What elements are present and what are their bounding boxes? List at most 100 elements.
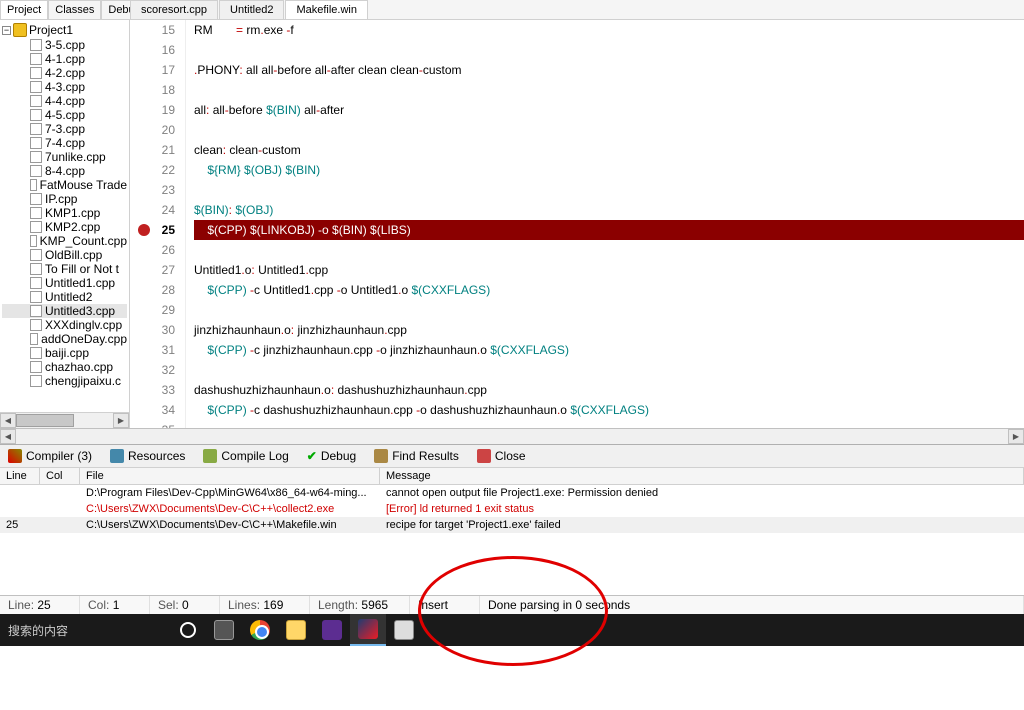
app-button[interactable]: [386, 614, 422, 646]
code-line[interactable]: $(CPP) $(LINKOBJ) -o $(BIN) $(LIBS): [194, 220, 1024, 240]
scroll-left-icon[interactable]: ◀: [0, 429, 16, 444]
tree-item[interactable]: 3-5.cpp: [2, 38, 127, 52]
editor-tab[interactable]: scoresort.cpp: [130, 0, 218, 19]
tree-item[interactable]: baiji.cpp: [2, 346, 127, 360]
code-line[interactable]: Untitled1.o: Untitled1.cpp: [194, 260, 1024, 280]
tree-item[interactable]: KMP2.cpp: [2, 220, 127, 234]
tree-item[interactable]: chazhao.cpp: [2, 360, 127, 374]
col-header-message[interactable]: Message: [380, 468, 1024, 484]
code-content[interactable]: RM = rm.exe -f .PHONY: all all-before all…: [186, 20, 1024, 428]
file-icon: [30, 193, 42, 205]
tree-item[interactable]: XXXdinglv.cpp: [2, 318, 127, 332]
tree-item[interactable]: KMP1.cpp: [2, 206, 127, 220]
tab-debug[interactable]: ✔Debug: [303, 447, 360, 465]
code-line[interactable]: ${RM} $(OBJ) $(BIN): [194, 160, 1024, 180]
tree-item[interactable]: addOneDay.cpp: [2, 332, 127, 346]
tree-item[interactable]: KMP_Count.cpp: [2, 234, 127, 248]
vs-button[interactable]: [314, 614, 350, 646]
file-name: addOneDay.cpp: [41, 332, 127, 346]
col-header-file[interactable]: File: [80, 468, 380, 484]
code-editor[interactable]: 1516171819202122232425262728293031323334…: [130, 20, 1024, 428]
tab-find-results[interactable]: Find Results: [370, 447, 463, 465]
tree-item[interactable]: 4-1.cpp: [2, 52, 127, 66]
devcpp-button[interactable]: [350, 614, 386, 646]
code-line[interactable]: jinzhizhaunhaun.o: jinzhizhaunhaun.cpp: [194, 320, 1024, 340]
col-header-col[interactable]: Col: [40, 468, 80, 484]
tab-compiler[interactable]: Compiler (3): [4, 447, 96, 465]
code-line[interactable]: $(BIN): $(OBJ): [194, 200, 1024, 220]
tree-item[interactable]: 4-3.cpp: [2, 80, 127, 94]
tree-item[interactable]: 8-4.cpp: [2, 164, 127, 178]
tab-resources[interactable]: Resources: [106, 447, 189, 465]
file-name: IP.cpp: [45, 192, 77, 206]
tree-item[interactable]: 7unlike.cpp: [2, 150, 127, 164]
code-line[interactable]: $(CPP) -c Untitled1.cpp -o Untitled1.o $…: [194, 280, 1024, 300]
code-line[interactable]: RM = rm.exe -f: [194, 20, 1024, 40]
file-name: baiji.cpp: [45, 346, 89, 360]
tree-item[interactable]: Untitled1.cpp: [2, 276, 127, 290]
cortana-button[interactable]: [170, 614, 206, 646]
taskbar-search[interactable]: 搜索的内容: [0, 622, 170, 639]
code-line[interactable]: [194, 120, 1024, 140]
code-line[interactable]: [194, 300, 1024, 320]
tree-item[interactable]: Untitled3.cpp: [2, 304, 127, 318]
tree-item[interactable]: IP.cpp: [2, 192, 127, 206]
tree-item[interactable]: Untitled2: [2, 290, 127, 304]
task-view-button[interactable]: [206, 614, 242, 646]
tree-root[interactable]: − Project1: [2, 22, 127, 38]
code-line[interactable]: [194, 240, 1024, 260]
code-line[interactable]: [194, 360, 1024, 380]
explorer-button[interactable]: [278, 614, 314, 646]
code-line[interactable]: [194, 40, 1024, 60]
message-row[interactable]: D:\Program Files\Dev-Cpp\MinGW64\x86_64-…: [0, 485, 1024, 501]
code-line[interactable]: all: all-before $(BIN) all-after: [194, 100, 1024, 120]
col-header-line[interactable]: Line: [0, 468, 40, 484]
code-line[interactable]: [194, 180, 1024, 200]
code-line[interactable]: clean: clean-custom: [194, 140, 1024, 160]
tree-item[interactable]: OldBill.cpp: [2, 248, 127, 262]
sidebar-tab-project[interactable]: Project: [0, 0, 48, 19]
tree-item[interactable]: 4-2.cpp: [2, 66, 127, 80]
tree-item[interactable]: To Fill or Not t: [2, 262, 127, 276]
file-name: Untitled3.cpp: [45, 304, 115, 318]
tree-item[interactable]: 7-3.cpp: [2, 122, 127, 136]
chrome-button[interactable]: [242, 614, 278, 646]
tab-close[interactable]: Close: [473, 447, 530, 465]
editor-tab[interactable]: Untitled2: [219, 0, 284, 19]
tab-compile-log[interactable]: Compile Log: [199, 447, 292, 465]
tree-item[interactable]: 4-5.cpp: [2, 108, 127, 122]
editor-tabs: scoresort.cppUntitled2Makefile.win: [130, 0, 1024, 20]
file-icon: [30, 333, 38, 345]
scroll-thumb[interactable]: [16, 414, 74, 427]
sidebar-scrollbar[interactable]: ◀ ▶: [0, 412, 129, 428]
gutter-line: 25: [130, 220, 175, 240]
log-icon: [203, 449, 217, 463]
code-line[interactable]: dashushuzhizhaunhaun.o: dashushuzhizhaun…: [194, 380, 1024, 400]
tree-item[interactable]: 7-4.cpp: [2, 136, 127, 150]
scroll-right-icon[interactable]: ▶: [1008, 429, 1024, 444]
code-line[interactable]: $(CPP) -c jinzhizhaunhaun.cpp -o jinzhiz…: [194, 340, 1024, 360]
project-sidebar: ProjectClassesDebug − Project1 3-5.cpp4-…: [0, 0, 130, 428]
project-tree: − Project1 3-5.cpp4-1.cpp4-2.cpp4-3.cpp4…: [0, 20, 129, 412]
collapse-icon[interactable]: −: [2, 26, 11, 35]
message-row[interactable]: C:\Users\ZWX\Documents\Dev-C\C++\collect…: [0, 501, 1024, 517]
code-line[interactable]: $(CPP) -c dashushuzhizhaunhaun.cpp -o da…: [194, 400, 1024, 420]
vs-icon: [322, 620, 342, 640]
code-line[interactable]: [194, 80, 1024, 100]
breakpoint-icon[interactable]: [138, 224, 150, 236]
scroll-right-icon[interactable]: ▶: [113, 413, 129, 428]
code-line[interactable]: .PHONY: all all-before all-after clean c…: [194, 60, 1024, 80]
scroll-left-icon[interactable]: ◀: [0, 413, 16, 428]
editor-scrollbar-h[interactable]: ◀ ▶: [0, 428, 1024, 444]
status-bar: Line: 25 Col: 1 Sel: 0 Lines: 169 Length…: [0, 595, 1024, 614]
editor-tab[interactable]: Makefile.win: [285, 0, 368, 19]
code-line[interactable]: [194, 420, 1024, 428]
tree-item[interactable]: 4-4.cpp: [2, 94, 127, 108]
tree-item[interactable]: chengjipaixu.c: [2, 374, 127, 388]
sidebar-tab-classes[interactable]: Classes: [48, 0, 101, 19]
file-icon: [30, 137, 42, 149]
message-row[interactable]: 25C:\Users\ZWX\Documents\Dev-C\C++\Makef…: [0, 517, 1024, 533]
gutter-line: 27: [130, 260, 175, 280]
tree-item[interactable]: FatMouse Trade: [2, 178, 127, 192]
status-col: Col: 1: [80, 596, 150, 614]
